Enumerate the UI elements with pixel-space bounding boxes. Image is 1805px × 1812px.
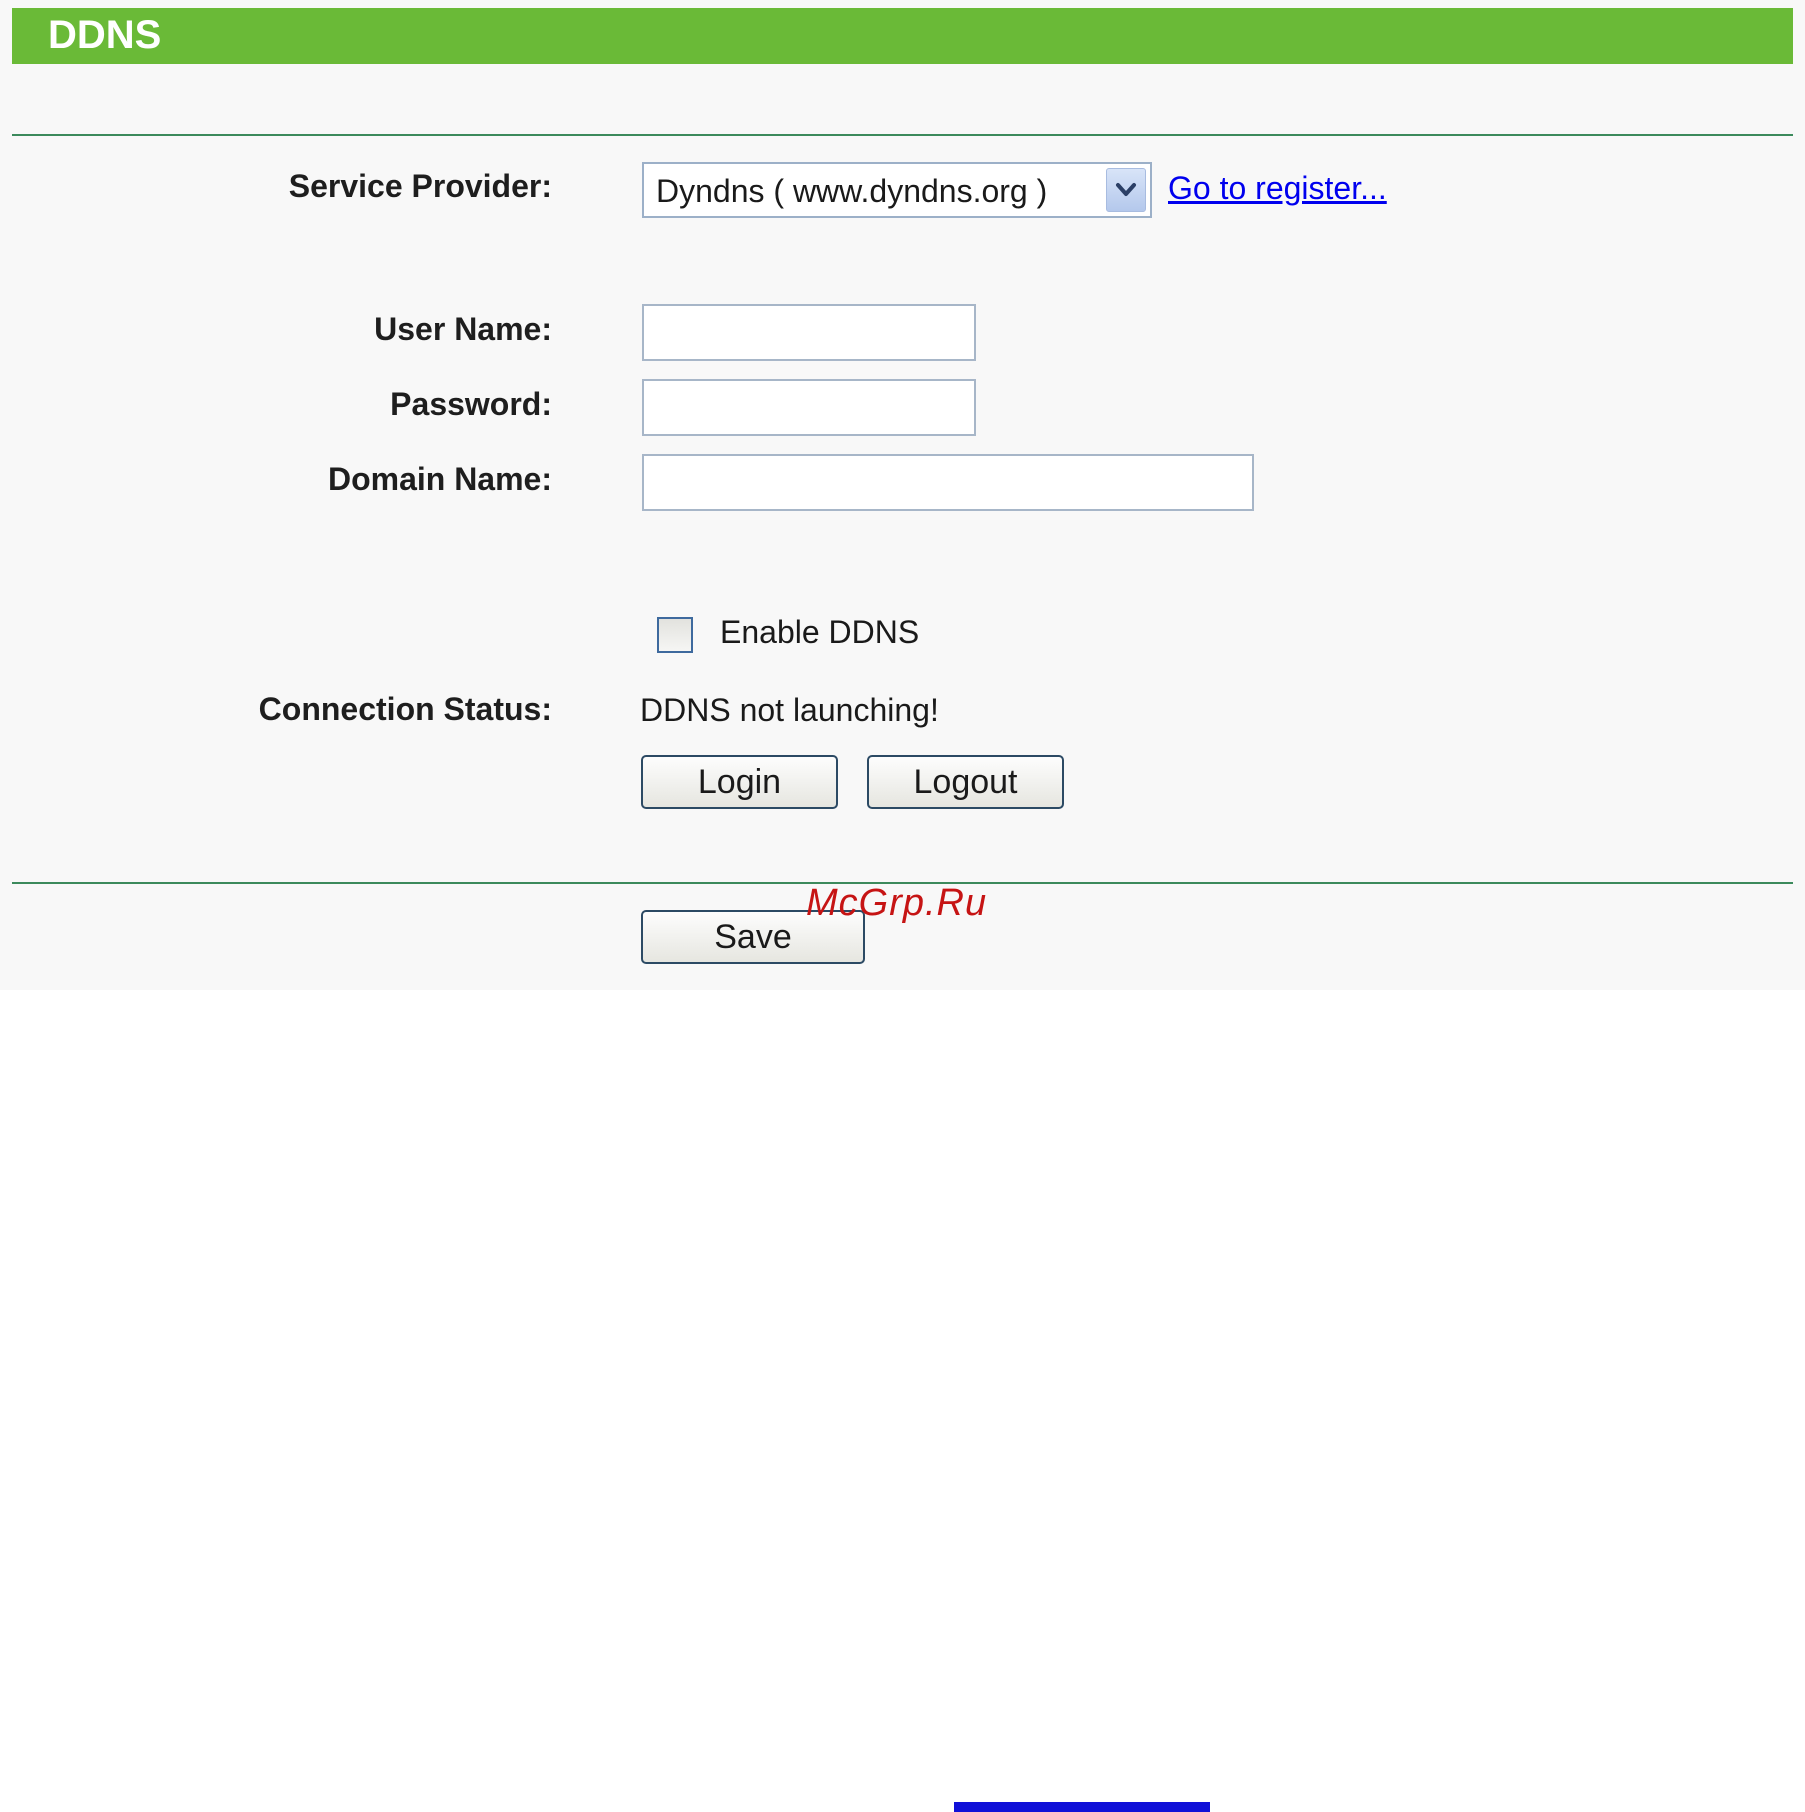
watermark-text: McGrp.Ru [806, 882, 988, 924]
domain-name-input[interactable] [642, 454, 1254, 511]
service-provider-select[interactable]: Dyndns ( www.dyndns.org ) [642, 162, 1152, 218]
password-input[interactable] [642, 379, 976, 436]
connection-status-value: DDNS not launching! [640, 692, 939, 728]
login-button[interactable]: Login [641, 755, 838, 809]
domain-name-label: Domain Name: [327, 461, 552, 497]
connection-status-label: Connection Status: [258, 691, 552, 727]
enable-ddns-label: Enable DDNS [720, 614, 920, 650]
chevron-down-glyph [1116, 183, 1136, 196]
enable-ddns-checkbox[interactable] [657, 617, 693, 653]
top-divider [12, 134, 1793, 136]
password-label: Password: [390, 386, 552, 422]
service-provider-label: Service Provider: [288, 168, 552, 204]
service-provider-selected: Dyndns ( www.dyndns.org ) [656, 173, 1048, 209]
logout-button[interactable]: Logout [867, 755, 1064, 809]
ddns-panel: DDNS Service Provider: Dyndns ( www.dynd… [0, 0, 1805, 990]
page-header: DDNS [12, 8, 1793, 64]
chevron-down-icon[interactable] [1106, 168, 1146, 212]
user-name-input[interactable] [642, 304, 976, 361]
bottom-bar [954, 1802, 1210, 1812]
page-title: DDNS [48, 13, 162, 57]
user-name-label: User Name: [374, 311, 552, 347]
go-to-register-link[interactable]: Go to register... [1168, 172, 1387, 204]
